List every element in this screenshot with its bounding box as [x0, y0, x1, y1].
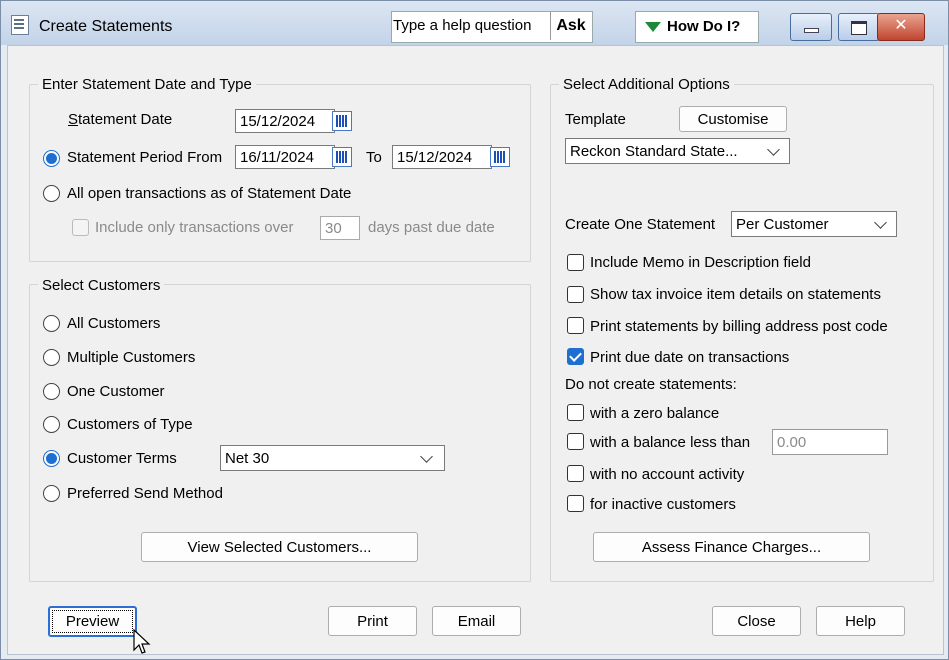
print-button[interactable]: Print [328, 606, 417, 636]
title-bar[interactable]: Create Statements Type a help question A… [1, 1, 948, 45]
template-value: Reckon Standard State... [570, 143, 738, 160]
close-window-button[interactable] [877, 13, 925, 41]
view-selected-customers-button[interactable]: View Selected Customers... [141, 532, 418, 562]
maximize-button[interactable] [838, 13, 880, 41]
include-memo-checkbox[interactable] [567, 254, 584, 271]
include-memo-label: Include Memo in Description field [590, 254, 811, 271]
window-title: Create Statements [39, 18, 173, 35]
show-tax-invoice-label: Show tax invoice item details on stateme… [590, 286, 881, 303]
balance-less-than-label: with a balance less than [590, 434, 751, 451]
close-button[interactable]: Close [712, 606, 801, 636]
select-customers-legend: Select Customers [38, 277, 165, 294]
statement-date-legend: Enter Statement Date and Type [38, 76, 256, 93]
days-field[interactable]: 30 [320, 216, 360, 240]
create-statements-window: Create Statements Type a help question A… [0, 0, 949, 660]
mouse-cursor-icon [133, 629, 151, 654]
period-to-field[interactable]: 15/12/2024 [392, 145, 492, 169]
customise-button[interactable]: Customise [679, 106, 787, 132]
statement-period-label: Statement Period From [67, 149, 223, 166]
help-button[interactable]: Help [816, 606, 905, 636]
do-not-create-label: Do not create statements: [565, 376, 737, 393]
balance-less-than-checkbox[interactable] [567, 433, 584, 450]
preview-button-label: Preview [52, 610, 133, 633]
multiple-customers-label: Multiple Customers [67, 349, 196, 366]
how-do-i-label: How Do I? [667, 18, 741, 35]
assess-finance-charges-button[interactable]: Assess Finance Charges... [593, 532, 870, 562]
statement-date-label-text: tatement Date [78, 111, 173, 128]
additional-options-legend: Select Additional Options [559, 76, 734, 93]
preferred-send-method-radio[interactable] [43, 485, 60, 502]
preview-button[interactable]: Preview [48, 606, 137, 637]
all-open-transactions-radio[interactable] [43, 185, 60, 202]
minimize-button[interactable] [790, 13, 832, 41]
print-due-date-label: Print due date on transactions [590, 349, 790, 366]
all-customers-radio[interactable] [43, 315, 60, 332]
calendar-icon[interactable] [332, 111, 352, 131]
one-customer-radio[interactable] [43, 383, 60, 400]
print-by-post-code-label: Print statements by billing address post… [590, 318, 888, 335]
no-account-activity-label: with no account activity [590, 466, 745, 483]
preferred-send-method-label: Preferred Send Method [67, 485, 223, 502]
ask-button[interactable]: Ask [550, 12, 591, 40]
statement-date-field[interactable]: 15/12/2024 [235, 109, 335, 133]
include-only-label: Include only transactions over [95, 219, 294, 236]
include-only-checkbox[interactable] [72, 219, 89, 236]
one-customer-label: One Customer [67, 383, 165, 400]
to-label: To [366, 149, 382, 166]
help-question-input[interactable]: Type a help question [393, 17, 531, 34]
multiple-customers-radio[interactable] [43, 349, 60, 366]
inactive-customers-label: for inactive customers [590, 496, 736, 513]
chevron-down-icon [767, 143, 780, 156]
create-one-statement-value: Per Customer [736, 216, 829, 233]
chevron-down-icon [420, 450, 433, 463]
period-from-field[interactable]: 16/11/2024 [235, 145, 335, 169]
inactive-customers-checkbox[interactable] [567, 495, 584, 512]
no-account-activity-checkbox[interactable] [567, 465, 584, 482]
zero-balance-checkbox[interactable] [567, 404, 584, 421]
customer-terms-radio[interactable] [43, 450, 60, 467]
statement-period-radio[interactable] [43, 150, 60, 167]
balance-less-than-field[interactable]: 0.00 [772, 429, 888, 455]
statement-date-label: Statement Date [68, 111, 173, 128]
template-label: Template [565, 111, 626, 128]
create-one-statement-dropdown[interactable]: Per Customer [731, 211, 897, 237]
chevron-down-icon [874, 216, 887, 229]
calendar-icon[interactable] [332, 147, 352, 167]
all-open-transactions-label: All open transactions as of Statement Da… [67, 185, 352, 202]
calendar-icon[interactable] [490, 147, 510, 167]
customer-terms-value: Net 30 [225, 450, 270, 467]
print-by-post-code-checkbox[interactable] [567, 317, 584, 334]
days-past-due-label: days past due date [368, 219, 495, 236]
customers-of-type-label: Customers of Type [67, 416, 193, 433]
email-button[interactable]: Email [432, 606, 521, 636]
create-one-statement-label: Create One Statement [565, 216, 716, 233]
document-icon [11, 15, 29, 35]
print-due-date-checkbox[interactable] [567, 348, 584, 365]
customer-terms-label: Customer Terms [67, 450, 177, 467]
show-tax-invoice-checkbox[interactable] [567, 286, 584, 303]
customers-of-type-radio[interactable] [43, 416, 60, 433]
dialog-body: Enter Statement Date and Type Statement … [7, 45, 944, 655]
template-dropdown[interactable]: Reckon Standard State... [565, 138, 790, 164]
how-do-i-button[interactable]: How Do I? [635, 11, 759, 43]
customer-terms-dropdown[interactable]: Net 30 [220, 445, 445, 471]
dropdown-triangle-icon [645, 22, 661, 32]
all-customers-label: All Customers [67, 315, 161, 332]
zero-balance-label: with a zero balance [590, 405, 720, 422]
